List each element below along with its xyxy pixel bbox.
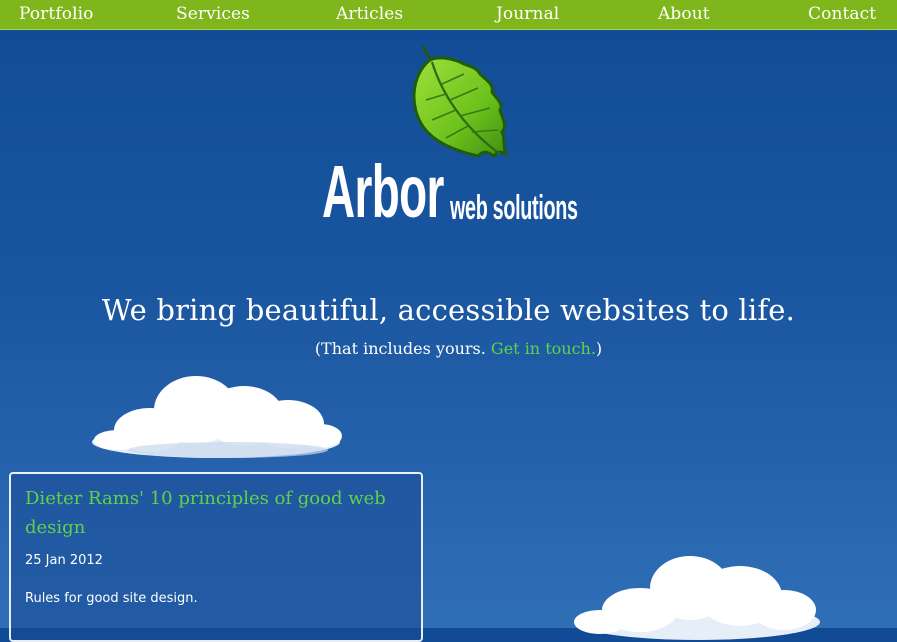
nav-articles[interactable]: Articles (336, 4, 403, 24)
hero-headline: We bring beautiful, accessible websites … (101, 293, 796, 327)
article-date: 25 Jan 2012 (25, 553, 103, 568)
article-card: Dieter Rams' 10 principles of good web d… (9, 472, 423, 642)
hero-sub-suffix: ) (595, 339, 603, 358)
nav-about[interactable]: About (658, 4, 710, 24)
nav-portfolio[interactable]: Portfolio (19, 4, 93, 24)
nav-journal[interactable]: Journal (496, 4, 559, 24)
brand-name: Arbor (322, 150, 444, 233)
leaf-icon (412, 45, 509, 159)
hero-subtext: (That includes yours. Get in touch.) (0, 339, 897, 358)
brand-tagline: web solutions (450, 189, 578, 227)
nav-contact[interactable]: Contact (808, 4, 876, 24)
hero-sub-prefix: (That includes yours. (314, 339, 486, 358)
article-summary: Rules for good site design. (25, 591, 198, 606)
cloud-decoration (92, 376, 342, 458)
brand-logo[interactable]: Arbor web solutions (322, 150, 578, 234)
nav-services[interactable]: Services (176, 4, 250, 24)
cloud-decoration (574, 556, 820, 640)
article-title-link[interactable]: Dieter Rams' 10 principles of good web d… (25, 484, 405, 542)
top-nav: Portfolio Services Articles Journal Abou… (0, 0, 897, 30)
get-in-touch-link[interactable]: Get in touch. (491, 339, 596, 358)
